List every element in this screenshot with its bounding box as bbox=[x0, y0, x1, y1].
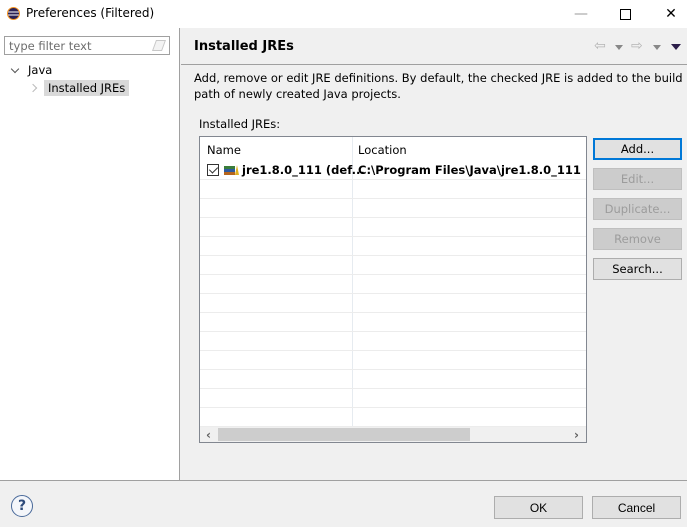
help-button[interactable]: ? bbox=[11, 495, 33, 517]
minimize-icon: — bbox=[574, 6, 588, 22]
remove-button[interactable]: Remove bbox=[593, 228, 682, 250]
filter-input[interactable] bbox=[5, 37, 145, 54]
table-row bbox=[200, 332, 586, 351]
search-button[interactable]: Search... bbox=[593, 258, 682, 280]
table-row bbox=[200, 218, 586, 237]
view-menu-icon[interactable] bbox=[671, 44, 681, 50]
jre-library-icon bbox=[224, 165, 239, 175]
table-row bbox=[200, 408, 586, 427]
tree-item-java[interactable]: Java bbox=[10, 62, 52, 78]
table-header: Name Location bbox=[200, 137, 586, 161]
horizontal-scrollbar[interactable]: ‹ › bbox=[200, 427, 586, 442]
table-row bbox=[200, 256, 586, 275]
page-description: Add, remove or edit JRE definitions. By … bbox=[194, 71, 683, 101]
scroll-left-icon[interactable]: ‹ bbox=[200, 427, 217, 442]
table-row bbox=[200, 351, 586, 370]
window-title: Preferences (Filtered) bbox=[26, 6, 155, 20]
table-row bbox=[200, 370, 586, 389]
add-button[interactable]: Add... bbox=[593, 138, 682, 160]
column-header-name[interactable]: Name bbox=[207, 143, 241, 157]
page-header: Installed JREs ⇦ ⇨ bbox=[181, 28, 687, 65]
maximize-icon bbox=[619, 8, 631, 20]
preference-tree-panel: Java Installed JREs bbox=[0, 28, 180, 480]
eclipse-icon bbox=[7, 7, 20, 20]
duplicate-button[interactable]: Duplicate... bbox=[593, 198, 682, 220]
installed-jres-label: Installed JREs: bbox=[199, 117, 281, 131]
close-button[interactable]: ✕ bbox=[648, 0, 687, 28]
back-menu-icon[interactable] bbox=[615, 45, 623, 50]
clear-filter-icon[interactable] bbox=[151, 40, 167, 51]
jre-name: jre1.8.0_111 (def... bbox=[242, 163, 365, 177]
table-row bbox=[200, 180, 586, 199]
table-row bbox=[200, 294, 586, 313]
table-row bbox=[200, 389, 586, 408]
scrollbar-thumb[interactable] bbox=[218, 428, 470, 441]
chevron-right-icon bbox=[28, 83, 38, 92]
maximize-button[interactable] bbox=[602, 0, 648, 28]
help-icon: ? bbox=[17, 498, 27, 514]
table-row bbox=[200, 199, 586, 218]
jre-table[interactable]: Name Location jre1.8.0_111 (def... C:\Pr… bbox=[199, 136, 587, 443]
edit-button[interactable]: Edit... bbox=[593, 168, 682, 190]
forward-arrow-icon[interactable]: ⇨ bbox=[631, 39, 643, 53]
tree-item-label: Java bbox=[28, 63, 53, 77]
column-header-location[interactable]: Location bbox=[358, 143, 407, 157]
minimize-button[interactable]: — bbox=[558, 0, 604, 28]
back-arrow-icon[interactable]: ⇦ bbox=[594, 39, 606, 53]
table-row bbox=[200, 275, 586, 294]
tree-item-installed-jres[interactable]: Installed JREs bbox=[28, 79, 130, 96]
jre-location: C:\Program Files\Java\jre1.8.0_111 bbox=[358, 163, 581, 177]
chevron-down-icon[interactable] bbox=[10, 64, 20, 73]
footer-divider bbox=[0, 480, 687, 481]
forward-menu-icon[interactable] bbox=[653, 45, 661, 50]
table-row bbox=[200, 313, 586, 332]
table-row bbox=[200, 237, 586, 256]
cancel-button[interactable]: Cancel bbox=[592, 496, 681, 519]
scroll-right-icon[interactable]: › bbox=[568, 427, 585, 442]
close-icon: ✕ bbox=[665, 6, 677, 22]
table-row[interactable]: jre1.8.0_111 (def... C:\Program Files\Ja… bbox=[200, 161, 586, 180]
ok-button[interactable]: OK bbox=[494, 496, 583, 519]
title-bar: Preferences (Filtered) — ✕ bbox=[0, 0, 687, 28]
tree-item-label: Installed JREs bbox=[44, 79, 130, 96]
default-jre-checkbox[interactable] bbox=[207, 164, 219, 176]
page-title: Installed JREs bbox=[194, 39, 294, 54]
filter-field[interactable] bbox=[4, 36, 170, 55]
